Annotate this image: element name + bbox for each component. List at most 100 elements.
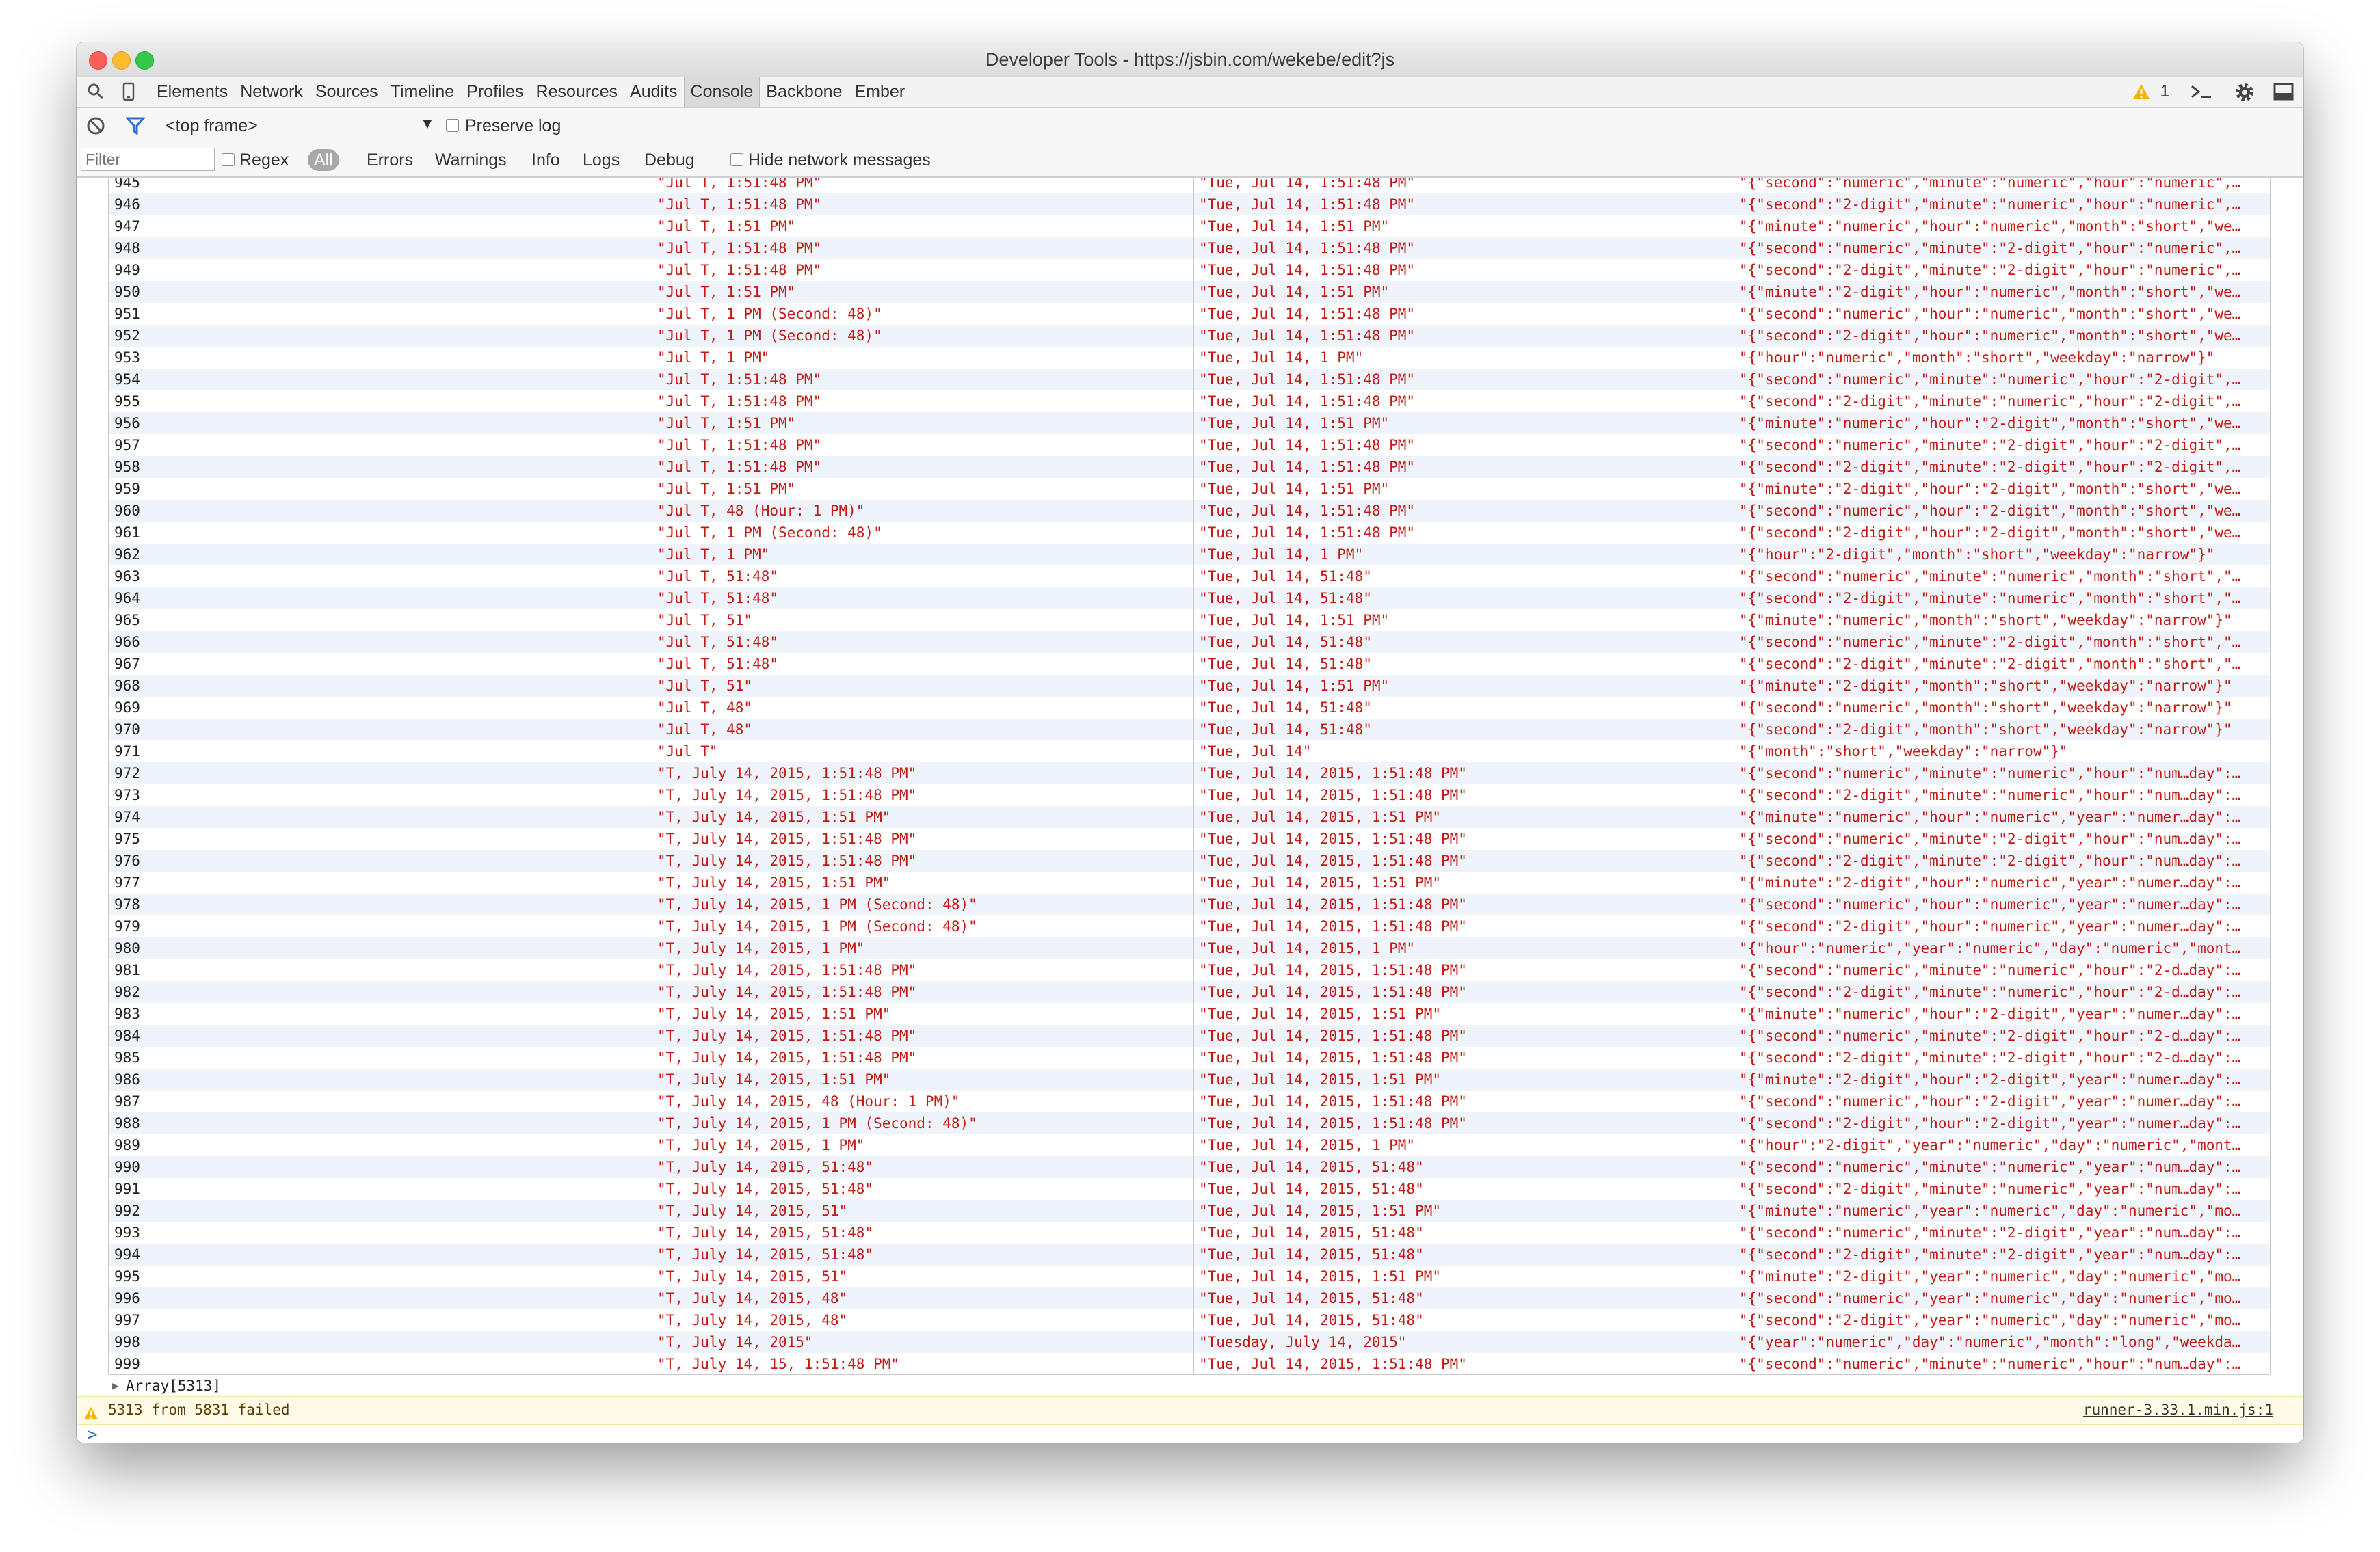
row-index: 947 [114, 218, 140, 235]
hide-network-checkbox[interactable] [730, 153, 743, 166]
table-cell: "{"minute":"numeric","hour":"numeric","y… [1739, 809, 2241, 825]
prompt-icon[interactable]: > [88, 1425, 97, 1443]
console-prompt[interactable]: > [88, 1425, 97, 1443]
level-logs-button[interactable]: Logs [583, 149, 620, 171]
table-row: 976 "T, July 14, 2015, 1:51:48 PM" "Tue, J… [109, 850, 2270, 872]
table-cell: "Jul T, 48" [657, 699, 753, 716]
array-summary[interactable]: Array[5313] [126, 1375, 221, 1397]
table-cell: "T, July 14, 2015, 1:51 PM" [657, 874, 891, 891]
table-cell: "Tue, Jul 14, 1 PM" [1199, 349, 1364, 366]
preserve-log-label[interactable]: Preserve log [465, 116, 561, 136]
dropdown-arrow-icon[interactable]: ▼ [420, 115, 435, 133]
table-cell: "T, July 14, 2015, 1 PM" [657, 1137, 865, 1153]
tab-audits[interactable]: Audits [624, 77, 683, 107]
column-divider[interactable] [1193, 178, 1194, 1374]
table-cell: "{"second":"numeric","minute":"numeric",… [1739, 178, 2241, 191]
table-cell: "{"second":"numeric","hour":"2-digit","y… [1739, 1093, 2241, 1110]
filter-icon[interactable] [124, 116, 146, 140]
dock-icon[interactable] [2273, 83, 2294, 104]
table-row: 966 "Jul T, 51:48" "Tue, Jul 14, 51:48" "{"… [109, 631, 2270, 653]
row-index: 945 [114, 178, 140, 191]
table-cell: "{"second":"2-digit","year":"numeric","d… [1739, 1312, 2241, 1328]
table-cell: "{"second":"2-digit","minute":"numeric",… [1739, 196, 2241, 213]
table-cell: "Tue, Jul 14, 2015, 1:51 PM" [1199, 1203, 1442, 1219]
table-row: 948 "Jul T, 1:51:48 PM" "Tue, Jul 14, 1:51… [109, 237, 2270, 259]
expand-arrow-icon[interactable]: ▶ [112, 1375, 119, 1397]
level-all-button[interactable]: All [308, 149, 339, 171]
row-index: 960 [114, 503, 140, 519]
drawer-icon[interactable] [2190, 82, 2213, 105]
table-cell: "Tue, Jul 14, 2015, 51:48" [1199, 1181, 1424, 1197]
level-warnings-button[interactable]: Warnings [435, 149, 507, 171]
regex-label[interactable]: Regex [239, 150, 289, 170]
regex-checkbox[interactable] [222, 153, 235, 166]
tab-profiles[interactable]: Profiles [460, 77, 529, 107]
hide-network-label[interactable]: Hide network messages [748, 150, 931, 170]
table-cell: "{"minute":"2-digit","hour":"numeric","m… [1739, 284, 2241, 300]
row-index: 950 [114, 284, 140, 300]
tab-ember[interactable]: Ember [848, 77, 911, 107]
tab-elements[interactable]: Elements [150, 77, 234, 107]
level-info-button[interactable]: Info [531, 149, 560, 171]
clear-icon[interactable] [86, 116, 105, 140]
table-cell: "{"second":"2-digit","hour":"2-digit","y… [1739, 1115, 2241, 1132]
table-cell: "{"second":"numeric","minute":"numeric",… [1739, 371, 2241, 388]
row-index: 967 [114, 656, 140, 672]
table-cell: "Tue, Jul 14, 1:51:48 PM" [1199, 371, 1416, 388]
row-index: 986 [114, 1071, 140, 1088]
minimize-window-button[interactable] [112, 51, 131, 70]
row-index: 966 [114, 634, 140, 650]
level-debug-button[interactable]: Debug [644, 149, 695, 171]
row-index: 992 [114, 1203, 140, 1219]
table-cell: "Tue, Jul 14, 1:51:48 PM" [1199, 262, 1416, 278]
table-cell: "Tue, Jul 14, 2015, 1:51:48 PM" [1199, 1356, 1467, 1372]
table-cell: "Tue, Jul 14, 1:51:48 PM" [1199, 437, 1416, 453]
table-cell: "T, July 14, 2015, 51:48" [657, 1225, 874, 1241]
tab-timeline[interactable]: Timeline [384, 77, 461, 107]
table-row: 988 "T, July 14, 2015, 1 PM (Second: 48)"… [109, 1112, 2270, 1134]
table-cell: "{"second":"numeric","minute":"2-digit",… [1739, 1028, 2241, 1044]
level-errors-button[interactable]: Errors [367, 149, 413, 171]
table-cell: "{"hour":"2-digit","month":"short","week… [1739, 546, 2215, 563]
filter-input[interactable] [81, 148, 215, 171]
array-summary-row[interactable]: ▶ Array[5313] [109, 1374, 2271, 1397]
console-toolbar-filter: Regex All Errors Warnings Info Logs Debu… [77, 142, 2303, 178]
table-cell: "Jul T, 1:51:48 PM" [657, 437, 822, 453]
preserve-log-checkbox[interactable] [446, 119, 459, 132]
close-window-button[interactable] [89, 51, 107, 70]
table-cell: "T, July 14, 2015, 1:51:48 PM" [657, 962, 917, 978]
table-row: 970 "Jul T, 48" "Tue, Jul 14, 51:48" "{"sec… [109, 719, 2270, 740]
table-cell: "Tue, Jul 14, 2015, 1:51:48 PM" [1199, 962, 1467, 978]
table-cell: "{"minute":"numeric","month":"short","we… [1739, 612, 2232, 628]
table-cell: "Tue, Jul 14, 2015, 51:48" [1199, 1246, 1424, 1263]
maximize-window-button[interactable] [135, 51, 154, 70]
table-cell: "{"second":"2-digit","minute":"2-digit",… [1739, 853, 2241, 869]
table-cell: "T, July 14, 2015, 1:51:48 PM" [657, 984, 917, 1000]
table-row: 957 "Jul T, 1:51:48 PM" "Tue, Jul 14, 1:51… [109, 434, 2270, 456]
table-row: 980 "T, July 14, 2015, 1 PM" "Tue, Jul 14,… [109, 937, 2270, 959]
device-icon[interactable] [122, 82, 135, 105]
tab-sources[interactable]: Sources [309, 77, 384, 107]
tab-backbone[interactable]: Backbone [760, 77, 848, 107]
row-index: 973 [114, 787, 140, 803]
warning-count[interactable]: 1 [2160, 82, 2169, 101]
frame-selector[interactable]: <top frame> [166, 116, 258, 136]
table-row: 978 "T, July 14, 2015, 1 PM (Second: 48)"… [109, 894, 2270, 915]
source-link[interactable]: runner-3.33.1.min.js:1 [2083, 1397, 2273, 1423]
table-cell: "{"second":"2-digit","minute":"2-digit",… [1739, 459, 2241, 475]
tab-console[interactable]: Console [683, 77, 761, 107]
table-row: 954 "Jul T, 1:51:48 PM" "Tue, Jul 14, 1:51… [109, 369, 2270, 390]
table-cell: "T, July 14, 2015, 51" [657, 1203, 848, 1219]
table-cell: "{"second":"2-digit","minute":"numeric",… [1739, 1181, 2241, 1197]
table-cell: "Jul T, 1 PM" [657, 349, 770, 366]
table-cell: "Tue, Jul 14, 51:48" [1199, 699, 1372, 716]
table-cell: "Tue, Jul 14, 2015, 1:51:48 PM" [1199, 1093, 1467, 1110]
row-index: 978 [114, 896, 140, 913]
row-index: 949 [114, 262, 140, 278]
warning-icon[interactable] [2132, 83, 2150, 103]
settings-icon[interactable] [2234, 81, 2256, 107]
search-icon[interactable] [86, 82, 105, 105]
table-row: 965 "Jul T, 51" "Tue, Jul 14, 1:51 PM" "{"m… [109, 609, 2270, 631]
tab-network[interactable]: Network [234, 77, 309, 107]
tab-resources[interactable]: Resources [530, 77, 624, 107]
